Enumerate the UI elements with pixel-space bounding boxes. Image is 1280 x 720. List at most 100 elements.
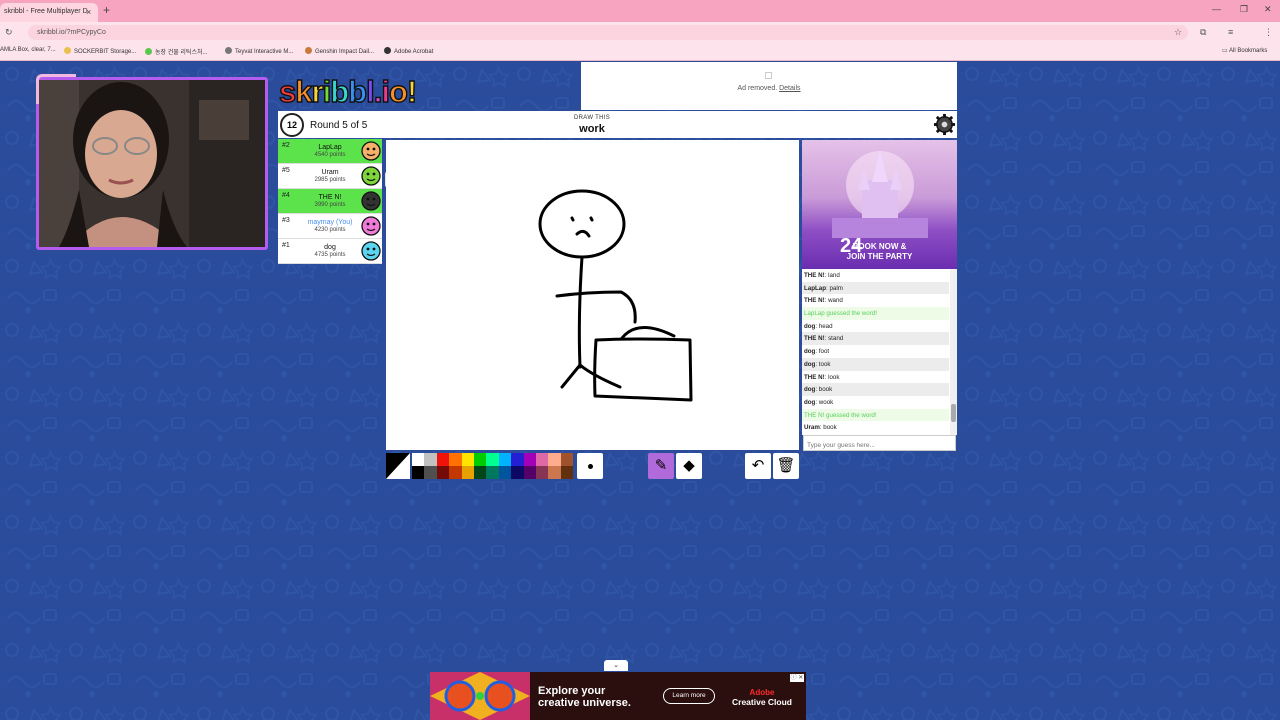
all-bookmarks[interactable]: ▭ All Bookmarks bbox=[1222, 47, 1267, 54]
bookmark-item[interactable]: 농장 건물 리틱스처... bbox=[145, 47, 208, 56]
chat-text: land bbox=[828, 272, 840, 279]
brush-size-dot bbox=[588, 464, 593, 469]
player-points: 4230 points bbox=[314, 227, 346, 233]
color-swatch[interactable] bbox=[548, 466, 561, 479]
undo-button[interactable]: ↶ bbox=[745, 453, 771, 479]
chat-message: LapLap: palm bbox=[802, 281, 949, 295]
color-swatch[interactable] bbox=[436, 466, 450, 479]
color-swatch[interactable] bbox=[498, 453, 512, 466]
bookmark-item[interactable]: Adobe Acrobat bbox=[384, 47, 433, 55]
player-row[interactable]: #1 dog 4735 points bbox=[278, 239, 382, 264]
draw-this-label: DRAW THIS bbox=[573, 115, 611, 121]
bookmark-item[interactable]: Teyvat Interactive M... bbox=[225, 47, 293, 55]
guess-input[interactable] bbox=[803, 435, 956, 451]
color-swatch[interactable] bbox=[523, 453, 537, 466]
drawing-canvas[interactable] bbox=[386, 140, 799, 450]
color-swatch[interactable] bbox=[511, 466, 524, 479]
player-row[interactable]: #3 maymay (You) 4230 points bbox=[278, 214, 382, 239]
bookmark-item[interactable]: AMLA Box, clear, 7... bbox=[0, 47, 56, 53]
address-bar-row: ↻ skribbl.io/?mPCypyCo ☆ ⧉ ≡ M ⋮ bbox=[0, 22, 1280, 61]
color-swatch[interactable] bbox=[511, 453, 524, 466]
color-swatch[interactable] bbox=[536, 453, 549, 466]
timer-clock-icon: 12 bbox=[280, 113, 304, 137]
color-swatch[interactable] bbox=[412, 453, 425, 466]
color-swatch[interactable] bbox=[449, 453, 462, 466]
current-color-preview[interactable] bbox=[386, 453, 410, 479]
acrobat-icon bbox=[384, 47, 391, 54]
player-row[interactable]: #4 THE N! 3990 points bbox=[278, 189, 382, 214]
more-menu-icon[interactable]: ⋮ bbox=[1264, 27, 1273, 38]
settings-gear-icon[interactable] bbox=[933, 113, 956, 136]
chat-message: dog: took bbox=[802, 357, 949, 371]
chat-text: took bbox=[818, 360, 831, 368]
browser-tab[interactable]: skribbl - Free Multiplayer D × bbox=[0, 3, 98, 22]
player-row[interactable]: #2 LapLap 4540 points bbox=[278, 139, 382, 164]
color-swatch[interactable] bbox=[449, 466, 462, 479]
chat-message: THE N!: look bbox=[804, 373, 840, 381]
clear-button[interactable]: 🗑 bbox=[773, 453, 799, 479]
extensions-icon[interactable]: ⧉ bbox=[1200, 27, 1206, 38]
chat-username: dog bbox=[804, 360, 816, 368]
color-swatch[interactable] bbox=[424, 453, 437, 466]
color-swatch[interactable] bbox=[536, 466, 549, 479]
bottom-ad-banner[interactable]: Explore your creative universe. Learn mo… bbox=[430, 672, 806, 720]
color-swatch[interactable] bbox=[474, 466, 487, 479]
leaf-icon bbox=[145, 48, 152, 55]
game-header: 12 Round 5 of 5 DRAW THIS work bbox=[278, 111, 957, 138]
color-swatch[interactable] bbox=[436, 453, 450, 466]
fill-bucket-icon: ◆ bbox=[683, 457, 695, 474]
chat-username: LapLap bbox=[804, 284, 827, 292]
logo-letter: r bbox=[311, 73, 324, 109]
chat-text: THE N! guessed the word! bbox=[804, 411, 877, 419]
color-swatch[interactable] bbox=[412, 466, 425, 479]
side-ad-banner[interactable]: 24 BOOK NOW & JOIN THE PARTY bbox=[802, 140, 957, 269]
minimize-icon[interactable]: — bbox=[1212, 4, 1221, 14]
ad-close-icon[interactable]: ⓘ ✕ bbox=[790, 674, 804, 682]
new-tab-button[interactable]: + bbox=[103, 3, 110, 17]
player-row[interactable]: #5 Uram 2985 points bbox=[278, 164, 382, 189]
chat-text: book bbox=[818, 386, 833, 394]
chat-text: stand bbox=[828, 335, 844, 343]
bookmark-star-icon[interactable]: ☆ bbox=[1174, 27, 1182, 38]
color-swatch[interactable] bbox=[486, 453, 499, 466]
player-avatar-icon bbox=[361, 241, 381, 261]
player-rank: #3 bbox=[282, 217, 290, 224]
color-swatch[interactable] bbox=[560, 466, 574, 479]
address-input[interactable]: skribbl.io/?mPCypyCo bbox=[28, 25, 1188, 40]
color-swatch[interactable] bbox=[461, 453, 475, 466]
pen-tool-button[interactable]: ✎ bbox=[648, 453, 674, 479]
ad-removed-text: Ad removed. Details bbox=[737, 85, 801, 92]
player-name: Uram bbox=[321, 169, 339, 176]
tab-title: skribbl - Free Multiplayer D bbox=[4, 8, 88, 15]
menu-lines-icon[interactable]: ≡ bbox=[1228, 27, 1233, 37]
ad-headline-line1: Explore your bbox=[538, 685, 606, 697]
player-name: dog bbox=[324, 244, 336, 251]
color-swatch[interactable] bbox=[560, 453, 574, 466]
ad-details-link[interactable]: Details bbox=[779, 85, 800, 92]
creative-cloud-text: Creative Cloud bbox=[732, 697, 792, 707]
chat-message: THE N!: land bbox=[804, 272, 840, 279]
brush-size-button[interactable] bbox=[577, 453, 603, 479]
learn-more-button[interactable]: Learn more bbox=[663, 688, 715, 704]
player-rank: #1 bbox=[282, 242, 290, 249]
chat-username: dog bbox=[804, 322, 816, 330]
bookmark-item[interactable]: Genshin Impact Dail... bbox=[305, 47, 374, 55]
color-swatch[interactable] bbox=[498, 466, 512, 479]
window-close-icon[interactable]: ✕ bbox=[1264, 4, 1272, 15]
chat-scrollbar-thumb[interactable] bbox=[951, 404, 956, 422]
adobe-brand-text: Adobe bbox=[749, 688, 775, 697]
color-swatch[interactable] bbox=[474, 453, 487, 466]
collapse-ad-chevron-icon[interactable]: ⌄ bbox=[604, 660, 628, 671]
reload-icon[interactable]: ↻ bbox=[5, 27, 13, 38]
color-swatch[interactable] bbox=[548, 453, 561, 466]
color-swatch[interactable] bbox=[523, 466, 537, 479]
color-swatch[interactable] bbox=[461, 466, 475, 479]
logo-letter: o bbox=[388, 73, 408, 109]
maximize-icon[interactable]: ❐ bbox=[1240, 4, 1248, 15]
player-avatar-icon bbox=[361, 166, 381, 186]
bookmark-item[interactable]: SOCKERBIT Storage... bbox=[64, 47, 136, 55]
color-swatch[interactable] bbox=[486, 466, 499, 479]
color-swatch[interactable] bbox=[424, 466, 437, 479]
fill-tool-button[interactable]: ◆ bbox=[676, 453, 702, 479]
tab-close-icon[interactable]: × bbox=[86, 7, 91, 17]
